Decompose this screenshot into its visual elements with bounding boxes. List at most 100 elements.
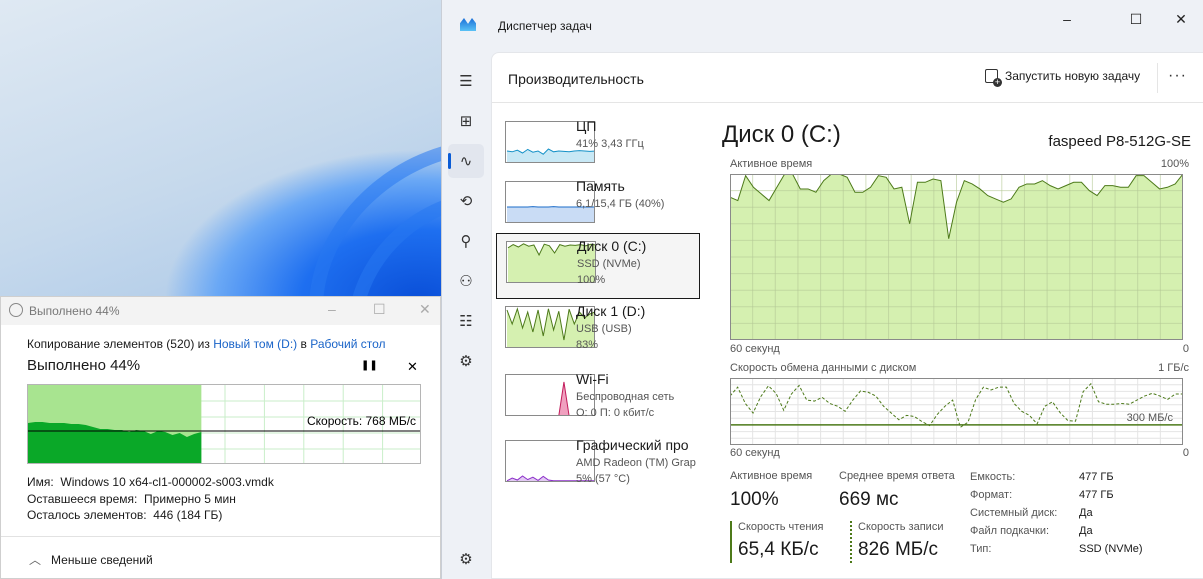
processes-icon[interactable]: ⊞ xyxy=(448,104,484,138)
resource-name: ЦП xyxy=(576,118,597,134)
title-bar: Диспетчер задач – ☐ ✕ xyxy=(442,0,1203,52)
read-speed-legend-line xyxy=(730,521,732,563)
desktop-wallpaper xyxy=(0,0,666,479)
hamburger-icon[interactable]: ☰ xyxy=(448,64,484,98)
active-time-stat-value: 100% xyxy=(730,489,779,510)
users-icon[interactable]: ⚇ xyxy=(448,264,484,298)
time-label: Оставшееся время: xyxy=(27,492,138,506)
write-speed-value: 826 МБ/с xyxy=(858,539,939,560)
property-value: Да xyxy=(1079,507,1093,519)
fewer-details-label: Меньше сведений xyxy=(51,553,153,567)
property-label: Формат: xyxy=(970,489,1013,501)
resource-name: Память xyxy=(576,178,625,194)
resource-detail-2: О: 0 П: 0 кбит/с xyxy=(576,407,655,419)
resource-item[interactable]: Диск 0 (C:) SSD (NVMe) 100% xyxy=(496,233,700,299)
chevron-up-icon: ︿ xyxy=(29,553,42,567)
items-value: 446 (184 ГБ) xyxy=(153,508,223,522)
sidebar: ☰ ⊞ ∿ ⟲ ⚲ ⚇ ☷ ⚙ ⚙ xyxy=(442,52,491,579)
resource-item[interactable]: Wi-Fi Беспроводная сеть О: 0 П: 0 кбит/с xyxy=(496,367,700,433)
resource-name: Графический про xyxy=(576,437,689,453)
cancel-button[interactable]: ✕ xyxy=(407,359,418,375)
fewer-details-button[interactable]: ︿ Меньше сведений xyxy=(29,551,153,568)
progress-title: Выполнено 44% xyxy=(27,357,141,374)
services-icon[interactable]: ⚙ xyxy=(448,344,484,378)
run-new-task-label: Запустить новую задачу xyxy=(1005,69,1141,83)
dialog-title: Выполнено 44% xyxy=(29,304,120,318)
resource-detail-2: 100% xyxy=(577,274,606,286)
property-label: Файл подкачки: xyxy=(970,525,1050,537)
resource-item[interactable]: Память 6,1/15,4 ГБ (40%) xyxy=(496,174,700,240)
read-speed-label: Скорость чтения xyxy=(738,521,824,533)
read-speed-value: 65,4 КБ/с xyxy=(738,539,819,560)
active-time-chart-label: Активное время xyxy=(730,158,813,170)
maximize-button[interactable]: ☐ xyxy=(373,301,386,318)
active-time-chart xyxy=(730,174,1183,340)
transfer-max-label: 1 ГБ/с xyxy=(1158,362,1189,374)
page-title: Производительность xyxy=(508,71,644,87)
items-label: Осталось элементов: xyxy=(27,508,147,522)
window-title: Диспетчер задач xyxy=(498,19,592,33)
copy-description: Копирование элементов (520) из Новый том… xyxy=(27,337,386,351)
resource-name: Диск 0 (C:) xyxy=(577,238,647,254)
divider xyxy=(1,536,440,537)
close-button[interactable]: ✕ xyxy=(419,301,431,318)
resource-name: Wi-Fi xyxy=(576,371,609,387)
property-label: Системный диск: xyxy=(970,507,1058,519)
copy-progress-dialog: Выполнено 44% – ☐ ✕ Копирование элементо… xyxy=(0,296,441,579)
resource-detail: Беспроводная сеть xyxy=(576,391,675,403)
maximize-button[interactable]: ☐ xyxy=(1113,6,1159,32)
transfer-chart-label: Скорость обмена данными с диском xyxy=(730,362,917,374)
resource-detail-2: 83% xyxy=(576,339,599,351)
divider xyxy=(1157,63,1158,93)
copy-speed-label: Скорость: 768 МБ/с xyxy=(307,414,417,428)
close-button[interactable]: ✕ xyxy=(1158,6,1203,32)
property-label: Емкость: xyxy=(970,471,1016,483)
new-task-icon xyxy=(985,69,1002,87)
resource-detail: USB (USB) xyxy=(576,323,632,335)
property-value: 477 ГБ xyxy=(1079,471,1114,483)
disk-title: Диск 0 (C:) xyxy=(722,121,841,148)
active-time-max-label: 100% xyxy=(1160,158,1189,170)
task-manager-app-icon xyxy=(460,18,476,31)
response-time-label: Среднее время ответа xyxy=(839,470,955,482)
write-speed-label: Скорость записи xyxy=(858,521,944,533)
clock-icon xyxy=(9,303,23,317)
resource-name: Диск 1 (D:) xyxy=(576,303,646,319)
time-remaining-row: Оставшееся время: Примерно 5 мин xyxy=(27,492,236,506)
disk-model: faspeed P8-512G-SE xyxy=(1048,133,1191,150)
write-speed-legend-line xyxy=(850,521,852,563)
minimize-button[interactable]: – xyxy=(1044,6,1090,32)
minimize-button[interactable]: – xyxy=(328,301,336,317)
task-manager-window: Диспетчер задач – ☐ ✕ ☰ ⊞ ∿ ⟲ ⚲ ⚇ ☷ ⚙ ⚙ Производ… xyxy=(441,0,1203,579)
resource-detail-2: 5% (57 °C) xyxy=(576,473,630,485)
startup-icon[interactable]: ⚲ xyxy=(448,224,484,258)
resource-item[interactable]: ЦП 41% 3,43 ГГц xyxy=(496,114,700,180)
main-panel: Производительность Запустить новую задач… xyxy=(491,52,1203,579)
resource-item[interactable]: Диск 1 (D:) USB (USB) 83% xyxy=(496,299,700,365)
more-options-button[interactable]: ··· xyxy=(1168,67,1187,85)
property-value: Да xyxy=(1079,525,1093,537)
response-time-value: 669 мс xyxy=(839,489,899,510)
active-time-x-right: 0 xyxy=(1182,343,1189,355)
pause-button[interactable]: ❚❚ xyxy=(361,360,378,371)
resource-detail: AMD Radeon (TM) Grap xyxy=(576,457,696,469)
resource-detail: 41% 3,43 ГГц xyxy=(576,138,644,150)
destination-link[interactable]: Рабочий стол xyxy=(310,337,385,351)
resource-detail: 6,1/15,4 ГБ (40%) xyxy=(576,198,665,210)
performance-icon[interactable]: ∿ xyxy=(448,144,484,178)
scale-marker-label: 300 МБ/с xyxy=(1127,412,1174,424)
history-icon[interactable]: ⟲ xyxy=(448,184,484,218)
transfer-x-left: 60 секунд xyxy=(730,447,780,459)
source-link[interactable]: Новый том (D:) xyxy=(213,337,297,351)
settings-icon[interactable]: ⚙ xyxy=(448,542,484,576)
resource-item[interactable]: Графический про AMD Radeon (TM) Grap 5% (5… xyxy=(496,433,700,499)
transfer-rate-chart: 300 МБ/с xyxy=(730,378,1183,445)
run-new-task-button[interactable]: Запустить новую задачу xyxy=(985,69,1141,87)
details-icon[interactable]: ☷ xyxy=(448,304,484,338)
name-label: Имя: xyxy=(27,475,54,489)
active-time-stat-label: Активное время xyxy=(730,470,813,482)
resource-detail: SSD (NVMe) xyxy=(577,258,641,270)
property-value: SSD (NVMe) xyxy=(1079,543,1143,555)
time-value: Примерно 5 мин xyxy=(144,492,236,506)
active-time-x-left: 60 секунд xyxy=(730,343,780,355)
